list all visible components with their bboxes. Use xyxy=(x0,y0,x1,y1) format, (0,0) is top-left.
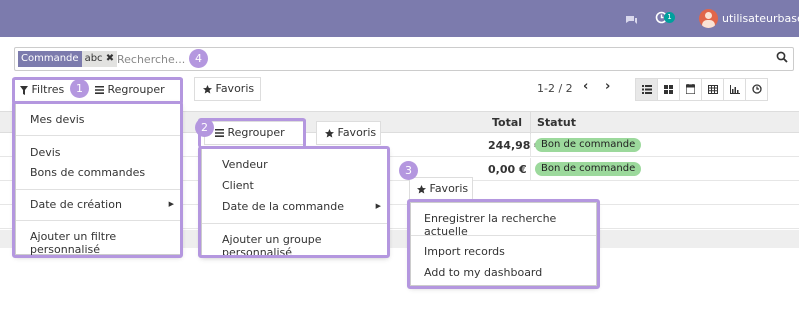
star-icon xyxy=(203,84,212,93)
highlight-favorites-menu xyxy=(407,199,600,289)
highlight-filters-button xyxy=(12,77,183,105)
favorites-button[interactable]: Favoris xyxy=(194,77,261,101)
row-total: 244,98 € xyxy=(488,139,542,152)
graph-view-icon[interactable] xyxy=(723,78,746,101)
favorites-button-2[interactable]: Favoris xyxy=(316,121,381,145)
row-total: 0,00 € xyxy=(488,163,527,176)
user-name[interactable]: utilisateurbase xyxy=(722,12,799,25)
activity-count-badge: 1 xyxy=(664,12,675,23)
star-icon xyxy=(325,128,334,137)
status-badge: Bon de commande xyxy=(535,138,642,152)
calendar-view-icon[interactable] xyxy=(679,78,702,101)
list-view-icon[interactable] xyxy=(635,78,658,101)
view-switcher xyxy=(635,78,768,101)
favorites-button-3[interactable]: Favoris xyxy=(409,177,473,201)
search-facet: Commande abc ✖ xyxy=(18,51,118,67)
search-icon[interactable] xyxy=(776,51,788,65)
pager-next-icon[interactable]: › xyxy=(605,79,610,94)
star-icon xyxy=(417,184,426,193)
pivot-view-icon[interactable] xyxy=(701,78,724,101)
pager-value[interactable]: 1-2 / 2 xyxy=(537,82,573,95)
column-header-total[interactable]: Total xyxy=(492,116,522,129)
facet-value: abc ✖ xyxy=(81,51,118,67)
highlight-filters-menu xyxy=(12,101,183,258)
search-input[interactable]: Recherche... xyxy=(117,53,185,66)
highlight-group-button xyxy=(198,118,306,148)
column-header-statut[interactable]: Statut xyxy=(537,116,576,129)
status-badge: Bon de commande xyxy=(535,162,642,176)
kanban-view-icon[interactable] xyxy=(657,78,680,101)
chat-icon[interactable] xyxy=(625,13,638,27)
activity-button[interactable]: 1 xyxy=(655,11,675,27)
callout-3: 3 xyxy=(399,161,418,180)
search-bar[interactable]: Commande abc ✖ Recherche... xyxy=(14,47,794,71)
user-avatar[interactable] xyxy=(699,9,718,28)
highlight-group-menu xyxy=(198,146,390,258)
callout-4: 4 xyxy=(189,49,208,68)
callout-2: 2 xyxy=(195,118,214,137)
callout-1: 1 xyxy=(70,79,89,98)
facet-key: Commande xyxy=(18,51,82,67)
activity-view-icon[interactable] xyxy=(745,78,768,101)
top-navbar: 1 utilisateurbase xyxy=(0,0,799,37)
facet-remove-icon[interactable]: ✖ xyxy=(106,53,114,64)
pager-previous-icon[interactable]: ‹ xyxy=(583,79,588,94)
